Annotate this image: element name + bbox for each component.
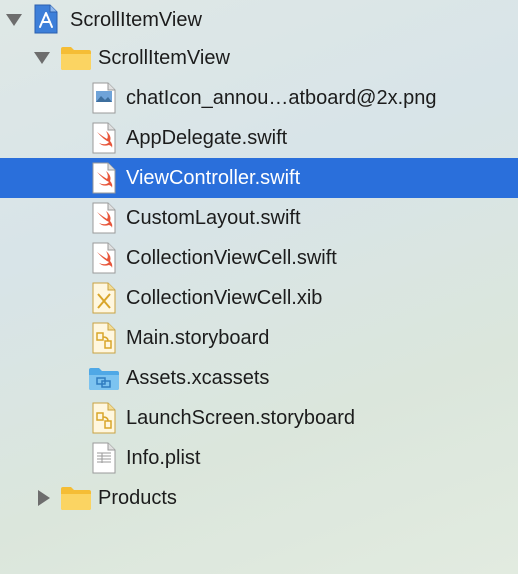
group-label: Products [98,486,177,509]
file-label: CollectionViewCell.swift [126,246,337,269]
png-file-icon [92,82,116,114]
file-row[interactable]: Info.plist [0,438,518,478]
file-row-selected[interactable]: ViewController.swift [0,158,518,198]
file-row[interactable]: chatIcon_annou…atboard@2x.png [0,78,518,118]
project-row[interactable]: ScrollItemView [0,0,518,40]
swift-file-icon [92,242,116,274]
plist-file-icon [92,442,116,474]
group-row-products[interactable]: Products [0,478,518,518]
file-label: Assets.xcassets [126,366,270,389]
file-label: LaunchScreen.storyboard [126,406,356,429]
file-row[interactable]: Main.storyboard [0,318,518,358]
file-label: Info.plist [126,446,201,469]
file-label: CustomLayout.swift [126,206,301,229]
folder-icon [60,485,92,511]
storyboard-file-icon [92,322,116,354]
file-row[interactable]: LaunchScreen.storyboard [0,398,518,438]
folder-icon [60,45,92,71]
xcode-project-icon [34,4,58,34]
group-row-scrollitemview[interactable]: ScrollItemView [0,38,518,78]
file-label: chatIcon_annou…atboard@2x.png [126,86,437,109]
file-row[interactable]: CollectionViewCell.xib [0,278,518,318]
xib-file-icon [92,282,116,314]
project-label: ScrollItemView [70,8,202,31]
file-row[interactable]: Assets.xcassets [0,358,518,398]
file-row[interactable]: CollectionViewCell.swift [0,238,518,278]
file-row[interactable]: CustomLayout.swift [0,198,518,238]
asset-catalog-icon [88,367,120,391]
disclosure-down-icon[interactable] [34,52,50,64]
file-row[interactable]: AppDelegate.swift [0,118,518,158]
storyboard-file-icon [92,402,116,434]
file-label: CollectionViewCell.xib [126,286,323,309]
group-label: ScrollItemView [98,46,230,69]
disclosure-down-icon[interactable] [6,14,22,26]
file-label: AppDelegate.swift [126,126,288,149]
swift-file-icon [92,202,116,234]
swift-file-icon [92,162,116,194]
file-label: ViewController.swift [126,166,301,189]
disclosure-right-icon[interactable] [38,490,50,506]
project-navigator: ScrollItemView ScrollItemView chatIcon_a… [0,0,518,574]
file-label: Main.storyboard [126,326,270,349]
swift-file-icon [92,122,116,154]
